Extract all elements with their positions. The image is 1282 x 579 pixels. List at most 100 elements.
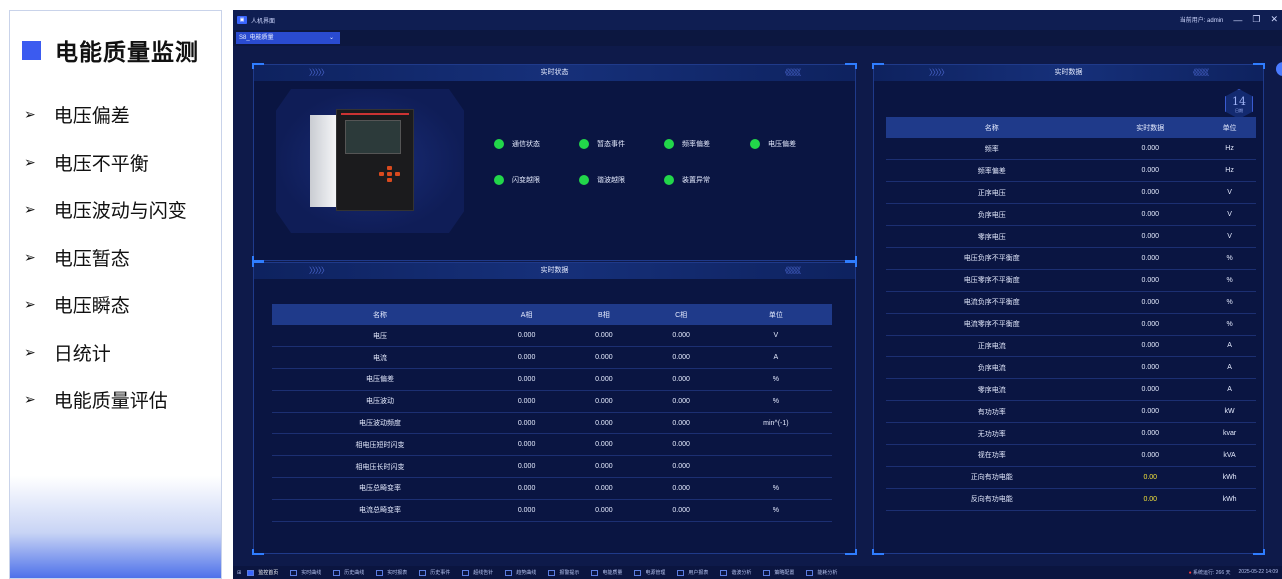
- table-cell: kWh: [1203, 466, 1256, 489]
- table-row: 负序电压 0.000 V: [886, 203, 1256, 227]
- table-cell: [719, 433, 832, 457]
- taskbar-icon: [806, 569, 814, 576]
- menu-item[interactable]: ➢ 电压波动与闪变: [24, 186, 187, 234]
- taskbar-label: 历史曲线: [344, 570, 365, 576]
- column-header: 单位: [1203, 117, 1256, 138]
- taskbar-item[interactable]: 趋势曲线: [505, 569, 536, 576]
- table-cell: 0.000: [1097, 400, 1204, 424]
- table-cell: 0.000: [1097, 247, 1204, 270]
- grid-icon[interactable]: ⊞: [237, 570, 241, 576]
- menu-item-label: 电压不平衡: [53, 153, 149, 175]
- table-cell: 0.000: [487, 455, 566, 479]
- taskbar-item[interactable]: 实时报表: [376, 569, 407, 576]
- minimize-button[interactable]: —: [1233, 15, 1242, 25]
- runtime-status-text: 系统运行: 266 天: [1193, 570, 1231, 576]
- table-cell: 0.000: [1097, 203, 1204, 227]
- menu-item[interactable]: ➢ 电压不平衡: [24, 139, 187, 187]
- app-window: ▣ 人机界面 当前用户: admin — ❐ ✕ S8_电能质量 ⌄ 〉〉〉〉〉…: [233, 10, 1282, 579]
- table-cell: 0.000: [487, 390, 566, 413]
- table-cell: %: [1203, 247, 1256, 270]
- taskbar-item[interactable]: 能耗分析: [806, 569, 837, 576]
- current-user: 当前用户: admin: [1179, 18, 1224, 24]
- badge-number: 14: [1232, 95, 1246, 108]
- column-header: 实时数据: [1097, 117, 1204, 138]
- arrow-bullet-icon: ➢: [24, 153, 36, 170]
- menu-item[interactable]: ➢ 电压偏差: [24, 91, 187, 139]
- table-row: 零序电压 0.000 V: [886, 225, 1256, 248]
- table-cell: 电压: [272, 325, 488, 348]
- bottom-taskbar: ⊞ 监控首页 实时曲线 历史曲线 实时报表 历史事件 超线告针 趋势曲线 报警提示 电能质量 电源…: [233, 566, 1282, 579]
- taskbar-item[interactable]: 超线告针: [462, 569, 493, 576]
- taskbar-item[interactable]: 实时曲线: [290, 569, 321, 576]
- arrow-bullet-icon: ➢: [24, 296, 36, 313]
- table-row: 电压 0.000 0.000 0.000 V: [272, 325, 832, 348]
- table-cell: 正序电压: [886, 181, 1098, 205]
- table-cell: 电流总畸变率: [272, 499, 488, 522]
- panel-header: 〉〉〉〉〉 实时数据 《《《《《: [254, 263, 855, 279]
- chevron-down-icon: ⌄: [328, 35, 334, 41]
- menu-item[interactable]: ➢ 电压瞬态: [24, 281, 187, 329]
- table-row: 电压零序不平衡度 0.000%: [886, 269, 1256, 292]
- table-cell: 0.000: [487, 433, 566, 457]
- chevron-right-icon: 〉〉〉〉〉: [309, 68, 329, 77]
- side-collapse-tab[interactable]: [1276, 62, 1282, 76]
- phase-table: 名称 A相 B相 C相 单位 电压 0.000 0.000 0.000 V 电流 0.000 0.00…: [272, 304, 832, 522]
- taskbar-item[interactable]: 历史曲线: [333, 569, 364, 576]
- taskbar-item[interactable]: 谐波分析: [720, 569, 751, 576]
- device-selector[interactable]: S8_电能质量 ⌄: [236, 32, 340, 44]
- taskbar-item[interactable]: 报警提示: [548, 569, 579, 576]
- date-badge[interactable]: 14 日期: [1225, 89, 1253, 119]
- arrow-bullet-icon: ➢: [24, 201, 36, 218]
- table-cell: %: [1203, 313, 1256, 336]
- table-cell: kVA: [1203, 444, 1256, 467]
- table-cell: 0.000: [565, 433, 643, 457]
- maximize-button[interactable]: ❐: [1252, 14, 1260, 25]
- table-row: 负序电流 0.000 A: [886, 356, 1256, 380]
- status-indicator: 频率偏差: [664, 139, 710, 149]
- column-header: 名称: [886, 117, 1098, 138]
- taskbar-item[interactable]: 历史事件: [419, 569, 450, 576]
- table-cell: 0.000: [565, 477, 643, 500]
- table-cell: 0.000: [487, 368, 566, 391]
- title-square-icon: [22, 40, 41, 60]
- table-cell: 电压波动: [272, 390, 488, 413]
- taskbar-icon: [247, 569, 255, 576]
- taskbar-item[interactable]: 电能质量: [591, 569, 622, 576]
- taskbar-label: 实时曲线: [301, 570, 322, 576]
- table-row: 电流总畸变率 0.000 0.000 0.000%: [272, 499, 832, 522]
- taskbar-item[interactable]: 监控首页: [247, 569, 278, 576]
- taskbar-label: 趋势曲线: [516, 570, 537, 576]
- taskbar-label: 策略配置: [774, 570, 795, 576]
- taskbar-label: 电能质量: [602, 570, 623, 576]
- runtime-status: ● 系统运行: 266 天: [1189, 569, 1231, 576]
- table-cell: Hz: [1203, 159, 1256, 183]
- taskbar-item[interactable]: 策略配置: [763, 569, 794, 576]
- status-label: 闪变越限: [512, 177, 540, 184]
- left-menu-panel: 电能质量监测 ➢ 电压偏差 ➢ 电压不平衡 ➢ 电压波动与闪变 ➢ 电压暂态 ➢ 电压瞬态 ➢ 日统计…: [9, 10, 222, 579]
- table-cell: 0.000: [1097, 159, 1204, 183]
- table-cell: 0.000: [565, 390, 643, 413]
- table-cell: 正向有功电能: [886, 466, 1098, 489]
- menu-item[interactable]: ➢ 日统计: [24, 329, 187, 377]
- menu-item[interactable]: ➢ 电压暂态: [24, 234, 187, 282]
- menu-item[interactable]: ➢ 电能质量评估: [24, 376, 187, 424]
- status-led-icon: [494, 175, 504, 185]
- menu-item-label: 电压暂态: [53, 248, 130, 270]
- panel-header: 〉〉〉〉〉 实时状态 《《《《《: [254, 65, 855, 81]
- taskbar-icon: [376, 569, 384, 576]
- taskbar-icon: [419, 569, 427, 576]
- table-cell: 0.000: [1097, 444, 1204, 467]
- status-led-icon: [750, 139, 760, 149]
- table-row: 相电压长时闪变 0.000 0.000 0.000: [272, 455, 832, 479]
- table-cell: 电流负序不平衡度: [886, 291, 1098, 314]
- table-cell: 相电压长时闪变: [272, 455, 488, 479]
- taskbar-item[interactable]: 电源管理: [634, 569, 665, 576]
- table-cell: A: [1203, 378, 1256, 402]
- menu-item-label: 电压偏差: [53, 106, 130, 128]
- status-indicator: 通信状态: [494, 139, 540, 149]
- table-cell: 0.000: [642, 368, 720, 391]
- close-button[interactable]: ✕: [1270, 14, 1278, 25]
- taskbar-item[interactable]: 用户报表: [677, 569, 708, 576]
- taskbar-icon: [634, 569, 642, 576]
- table-row: 有功功率 0.000 kW: [886, 400, 1256, 424]
